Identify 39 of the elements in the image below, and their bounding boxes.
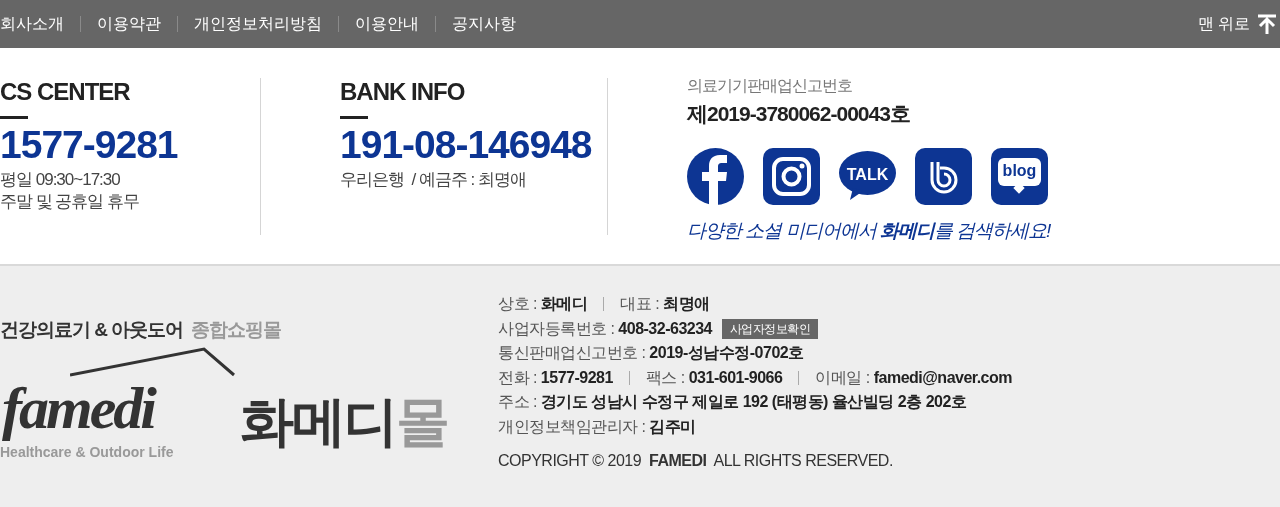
license-label: 의료기기판매업신고번호 [687,76,853,96]
instagram-icon[interactable] [763,147,820,205]
company-info-text: 사업자등록번호 : 408-32-63234 [498,318,712,339]
social-caption: 다양한 소셜 미디어에서 화메디를 검색하세요! [687,218,1051,243]
brand-name: 화메디 [240,390,396,451]
company-info-text: 대표 : 최명애 [620,294,710,315]
roof-line-icon [70,346,236,377]
company-info-text: 개인정보책임관리자 : 김주미 [498,416,696,437]
account-number: 191-08-146948 [340,122,593,168]
business-info-button[interactable]: 사업자정보확인 [722,318,819,339]
brand-wordmark: famedi [1,374,156,441]
phone-number: 1577-9281 [0,122,179,168]
nav-link[interactable]: 회사소개 [0,12,64,36]
slogan-text: 건강의료기 & 아웃도어 [0,318,184,342]
copyright-text: COPYRIGHT © 2019 FAMEDI ALL RIGHTS RESERVED. [498,451,894,471]
license-number: 제2019-3780062-00043호 [687,101,911,127]
section-title: BANK INFO [340,77,466,107]
brand-name-accent: 몰 [396,390,448,451]
nav-link[interactable]: 공지사항 [452,12,516,36]
hours-text: 평일 09:30~17:30 [0,169,121,191]
slogan-accent-text: 종합쇼핑몰 [191,318,282,342]
section-title: CS CENTER [0,77,131,107]
bank-holder-text: 우리은행 / 예금주 : 최명애 [340,169,528,191]
brand-tagline: Healthcare & Outdoor Life [0,442,174,462]
company-info-text: 상호 : 화메디 [498,294,588,315]
nav-link[interactable]: 개인정보처리방침 [194,12,322,36]
up-arrow-icon [1258,14,1276,34]
company-info-text: 통신판매업신고번호 : 2019-성남수정-0702호 [498,343,804,364]
company-info-text: 이메일 : famedi@naver.com [815,367,1012,388]
hours-text: 주말 및 공휴일 휴무 [0,191,141,213]
company-info-text: 전화 : 1577-9281 [498,367,613,388]
blog-icon[interactable]: blog [991,147,1048,205]
facebook-icon[interactable] [687,147,744,205]
company-info-text: 주소 : 경기도 성남시 수정구 제일로 192 (태평동) 율산빌딩 2층 202호 [498,392,967,413]
nav-link[interactable]: 이용안내 [355,12,419,36]
band-icon[interactable] [915,147,972,205]
company-info-text: 팩스 : 031-601-9066 [645,367,783,388]
back-to-top-link[interactable]: 맨 위로 [1197,12,1276,36]
nav-link[interactable]: 이용약관 [97,12,161,36]
